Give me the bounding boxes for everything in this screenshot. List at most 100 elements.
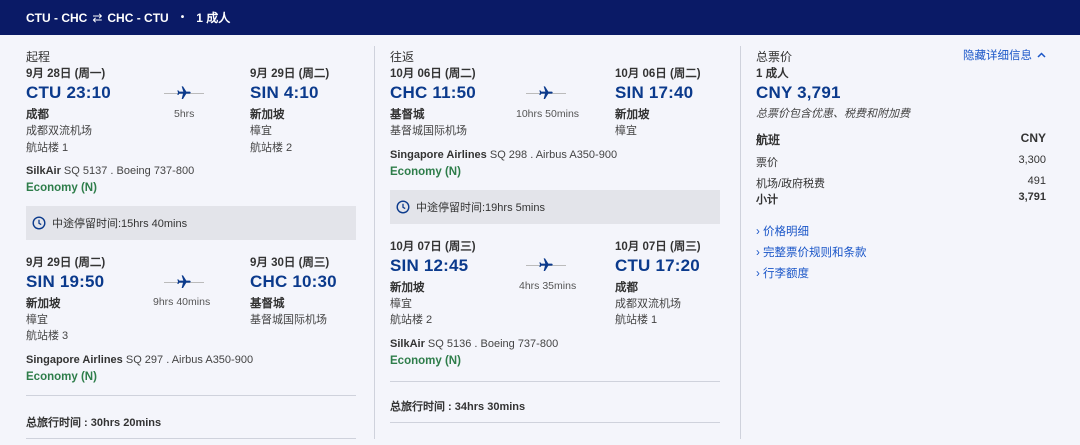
flight-info: SilkAir SQ 5137 . Boeing 737-800 xyxy=(26,165,194,177)
arr-terminal: 航站楼 1 xyxy=(615,314,658,326)
divider xyxy=(390,422,720,423)
dep-time: CTU 23:10 xyxy=(26,83,111,102)
summary-passengers: 1 成人 xyxy=(756,68,789,80)
flight-number: SQ 297 . Airbus A350-900 xyxy=(125,354,254,366)
dep-airport: 成都双流机场 xyxy=(26,125,92,137)
fare-rules-label: 完整票价规则和条款 xyxy=(763,247,867,259)
fare-row: 票价 3,300 xyxy=(756,154,1046,169)
dep-date: 9月 28日 (周一) xyxy=(26,68,106,80)
dep-airport: 基督城国际机场 xyxy=(390,125,467,137)
airplane-icon xyxy=(539,258,553,271)
flight-header: 航班 xyxy=(756,133,781,147)
dep-city: 新加坡 xyxy=(26,298,61,310)
dep-time: CHC 11:50 xyxy=(390,83,476,102)
price-note: 总票价包含优惠、税费和附加费 xyxy=(756,108,910,120)
airline-name: SilkAir xyxy=(390,338,425,350)
chevron-right-icon: › xyxy=(756,268,760,280)
fare-value: 3,300 xyxy=(1018,154,1046,166)
arr-city: 新加坡 xyxy=(615,109,650,121)
arr-date: 10月 06日 (周二) xyxy=(615,68,701,80)
flight-number: SQ 5137 . Boeing 737-800 xyxy=(63,165,195,177)
dep-time: SIN 12:45 xyxy=(390,256,469,275)
airplane-icon xyxy=(177,86,191,99)
divider xyxy=(26,395,356,396)
arr-time: CTU 17:20 xyxy=(615,256,700,275)
subtotal-row: 小计 3,791 xyxy=(756,191,1046,206)
flight-info: Singapore Airlines SQ 298 . Airbus A350-… xyxy=(390,149,617,161)
flight-path xyxy=(164,86,204,101)
arr-date: 9月 30日 (周三) xyxy=(250,257,330,269)
arr-city: 新加坡 xyxy=(250,109,285,121)
tax-row: 机场/政府税费 491 xyxy=(756,175,1046,190)
dep-city: 基督城 xyxy=(390,109,425,121)
dep-terminal: 航站楼 2 xyxy=(390,314,433,326)
layover-bar: 中途停留时间:19hrs 5mins xyxy=(390,190,720,224)
outbound-column: 起程 9月 28日 (周一) CTU 23:10 成都 成都双流机场 航站楼 1… xyxy=(26,35,356,445)
arr-date: 9月 29日 (周二) xyxy=(250,68,330,80)
dep-city: 新加坡 xyxy=(390,282,425,294)
subtotal-value: 3,791 xyxy=(1018,191,1046,203)
total-travel-time: 总旅行时间 : 30hrs 20mins xyxy=(26,414,161,430)
airplane-icon xyxy=(177,275,191,288)
airline-name: SilkAir xyxy=(26,165,61,177)
flight-number: SQ 5136 . Boeing 737-800 xyxy=(427,338,559,350)
total-price: CNY 3,791 xyxy=(756,83,841,102)
tax-value: 491 xyxy=(1027,175,1046,187)
airline-name: Singapore Airlines xyxy=(390,149,487,161)
dep-time: SIN 19:50 xyxy=(26,272,105,291)
cabin-class: Economy (N) xyxy=(26,371,97,383)
outbound-label: 起程 xyxy=(26,50,51,64)
total-value: 34hrs 30mins xyxy=(454,401,526,413)
chevron-right-icon: › xyxy=(756,247,760,259)
arr-terminal: 航站楼 2 xyxy=(250,142,293,154)
baggage-allowance-label: 行李额度 xyxy=(763,268,810,280)
airline-name: Singapore Airlines xyxy=(26,354,123,366)
arr-airport: 基督城国际机场 xyxy=(250,314,327,326)
fare-rules-link[interactable]: › 完整票价规则和条款 xyxy=(756,244,867,260)
hide-details-label: 隐藏详细信息 xyxy=(963,50,1032,62)
price-breakdown-label: 价格明细 xyxy=(763,226,810,238)
arr-time: SIN 4:10 xyxy=(250,83,319,102)
total-label: 总旅行时间 : xyxy=(26,417,88,429)
cabin-class: Economy (N) xyxy=(390,166,461,178)
hide-details-link[interactable]: 隐藏详细信息 xyxy=(963,47,1046,63)
flight-duration: 4hrs 35mins xyxy=(519,280,577,292)
arr-date: 10月 07日 (周三) xyxy=(615,241,701,253)
fare-label: 票价 xyxy=(756,157,778,169)
dep-city: 成都 xyxy=(26,109,49,121)
flight-path xyxy=(526,86,566,101)
layover-text: 中途停留时间:15hrs 40mins xyxy=(52,218,188,230)
flight-path xyxy=(164,275,204,290)
price-breakdown-link[interactable]: › 价格明细 xyxy=(756,223,809,239)
divider xyxy=(26,438,356,439)
divider-right xyxy=(740,46,741,439)
layover-text: 中途停留时间:19hrs 5mins xyxy=(416,202,545,214)
currency-header: CNY xyxy=(1020,131,1046,145)
clock-icon xyxy=(32,216,46,230)
arr-airport: 樟宜 xyxy=(250,125,272,137)
dep-date: 9月 29日 (周二) xyxy=(26,257,106,269)
arr-city: 成都 xyxy=(615,282,638,294)
flight-duration: 10hrs 50mins xyxy=(516,108,580,120)
airplane-icon xyxy=(539,86,553,99)
dep-airport: 樟宜 xyxy=(26,314,48,326)
dep-terminal: 航站楼 3 xyxy=(26,330,69,342)
passenger-count: 1 成人 xyxy=(196,11,231,25)
separator-dot: • xyxy=(180,12,185,23)
route-outbound: CTU - CHC xyxy=(26,10,88,25)
cabin-class: Economy (N) xyxy=(390,355,461,367)
arr-airport: 成都双流机场 xyxy=(615,298,681,310)
arr-city: 基督城 xyxy=(250,298,285,310)
summary-title: 总票价 xyxy=(756,50,793,64)
cabin-class: Economy (N) xyxy=(26,182,97,194)
route-return: CHC - CTU xyxy=(107,10,169,25)
dep-airport: 樟宜 xyxy=(390,298,412,310)
baggage-allowance-link[interactable]: › 行李额度 xyxy=(756,265,809,281)
subtotal-label: 小计 xyxy=(756,194,778,206)
dep-date: 10月 06日 (周二) xyxy=(390,68,476,80)
swap-icon: ⇄ xyxy=(92,10,103,25)
arr-airport: 樟宜 xyxy=(615,125,637,137)
total-label: 总旅行时间 : xyxy=(390,401,452,413)
flight-duration: 9hrs 40mins xyxy=(153,296,211,308)
divider-left xyxy=(374,46,375,439)
